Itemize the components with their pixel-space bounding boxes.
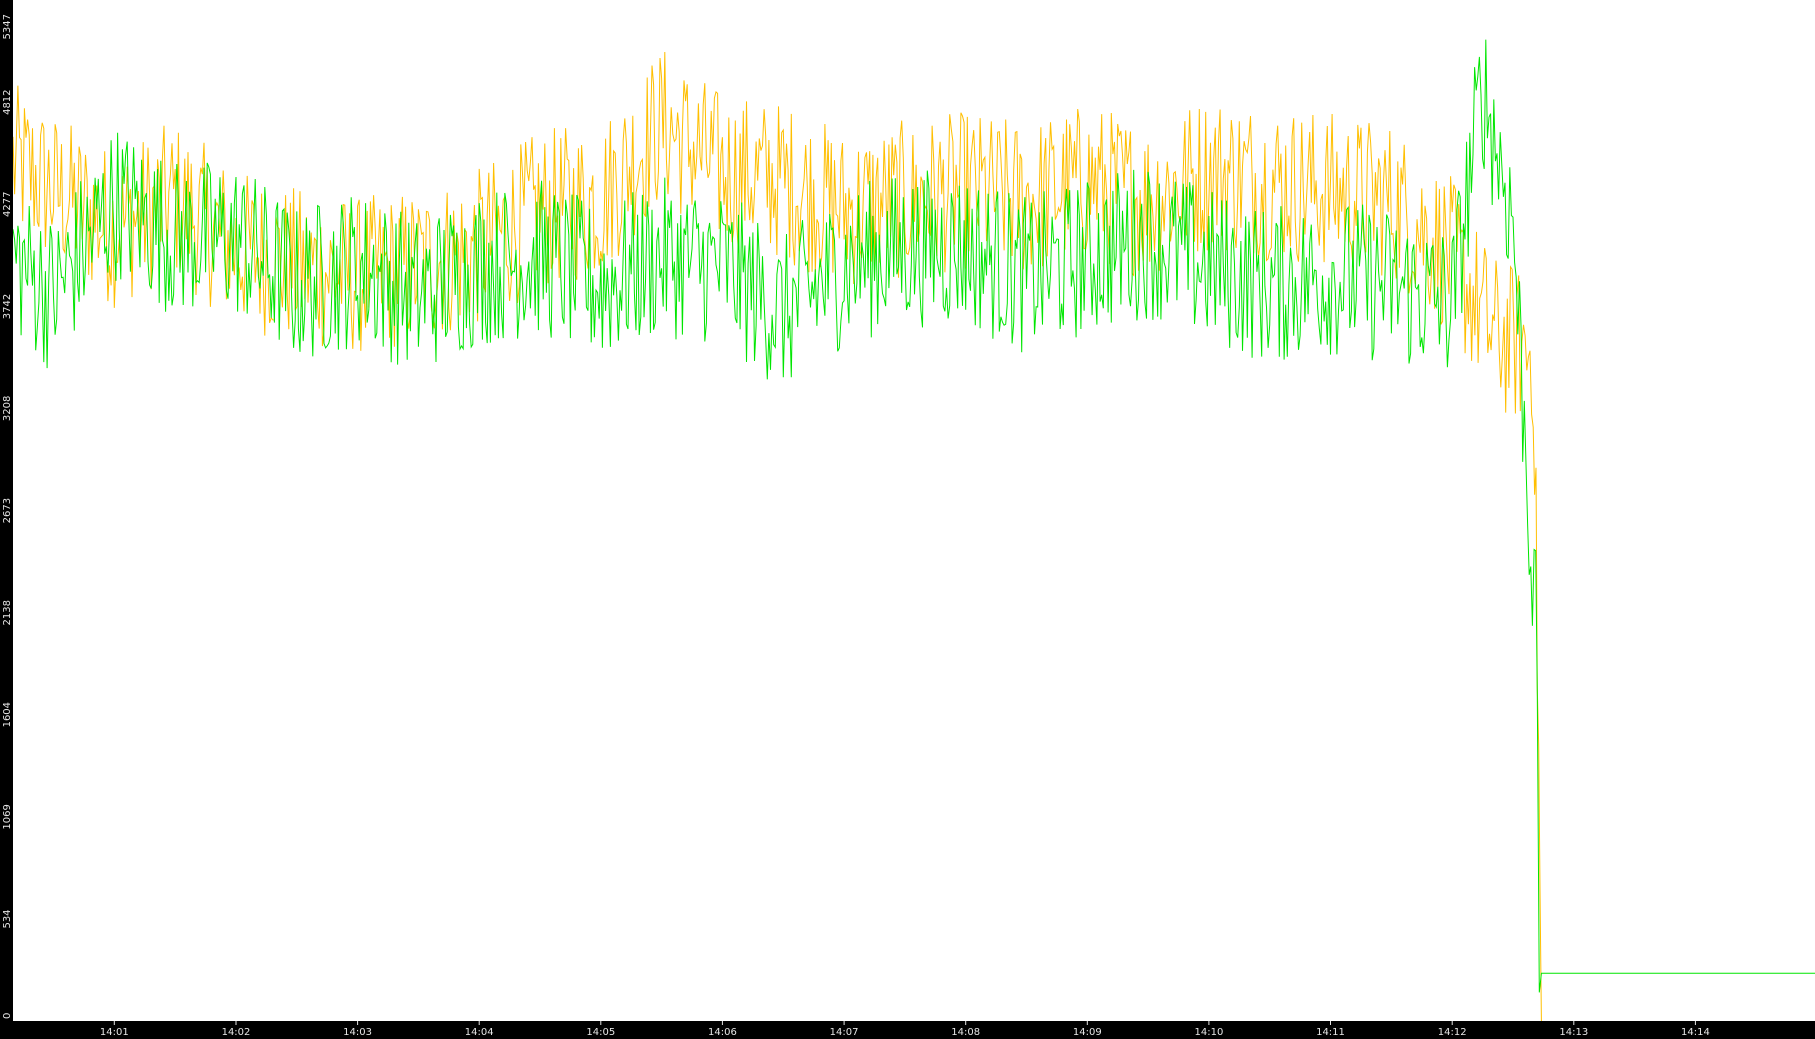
x-tick-label: 14:11 [1316,1027,1345,1038]
x-axis-band [0,1021,1815,1039]
x-tick-label: 14:10 [1194,1027,1223,1038]
chart-container: 0 534 1069 1604 2138 2673 3208 3742 4277 4812 5347… [0,0,1815,1039]
y-tick-label: 3208 [2,396,13,421]
x-tick-label: 14:09 [1073,1027,1102,1038]
y-tick-label: 1604 [2,702,13,727]
y-tick-label: 5347 [2,14,13,39]
y-tick-label: 1069 [2,804,13,829]
x-tick-label: 14:01 [100,1027,129,1038]
x-tick-label: 14:07 [830,1027,859,1038]
line-chart: 0 534 1069 1604 2138 2673 3208 3742 4277 4812 5347… [0,0,1815,1039]
x-tick-label: 14:13 [1559,1027,1588,1038]
x-tick-label: 14:02 [222,1027,251,1038]
x-tick-label: 14:08 [951,1027,980,1038]
y-tick-label: 2138 [2,600,13,625]
x-tick-label: 14:06 [708,1027,737,1038]
x-tick-label: 14:05 [586,1027,615,1038]
y-tick-label: 3742 [2,294,13,319]
plot-background [0,0,1815,1039]
y-tick-label: 534 [2,909,13,928]
x-tick-label: 14:04 [465,1027,494,1038]
x-tick-label: 14:12 [1438,1027,1467,1038]
y-tick-label: 0 [2,1013,13,1019]
x-tick-label: 14:14 [1681,1027,1710,1038]
y-tick-label: 4812 [2,89,13,114]
y-tick-label: 4277 [2,192,13,217]
y-tick-label: 2673 [2,498,13,523]
x-tick-label: 14:03 [343,1027,372,1038]
